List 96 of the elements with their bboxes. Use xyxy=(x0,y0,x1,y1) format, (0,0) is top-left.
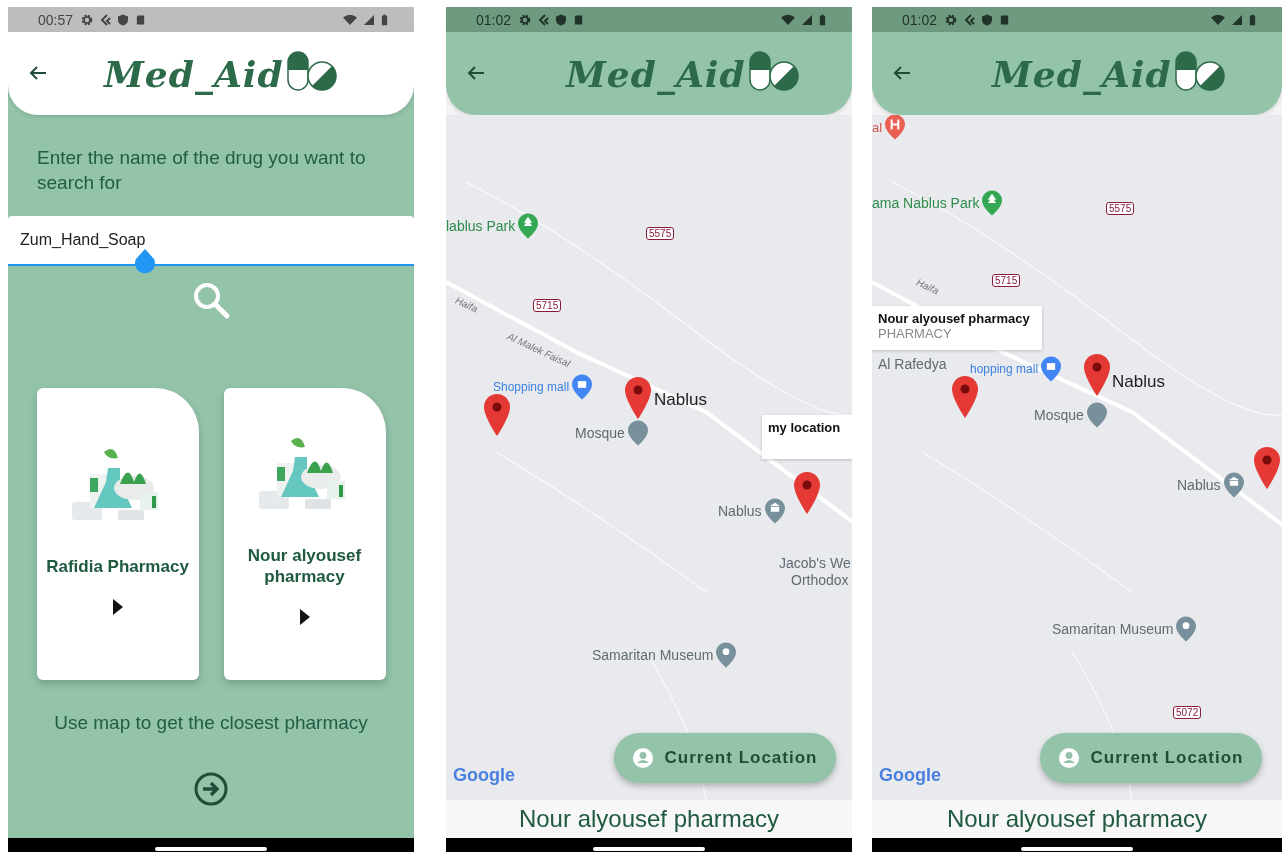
hospital-pin-icon[interactable] xyxy=(885,115,906,140)
tree-pin-icon[interactable] xyxy=(518,213,539,239)
gear-icon xyxy=(519,13,532,26)
museum-pin-icon[interactable] xyxy=(1223,472,1244,498)
pharmacy-name: Rafidia Pharmacy xyxy=(46,555,189,577)
app-logo-text: Med_Aid xyxy=(992,52,1172,95)
shield-icon xyxy=(555,13,568,26)
map-place-label: Al Rafedya xyxy=(878,356,947,372)
sd-card-icon xyxy=(999,13,1011,26)
google-logo-text: Google xyxy=(879,765,941,786)
shopping-bag-pin-icon[interactable] xyxy=(572,374,593,400)
road-number: 5715 xyxy=(992,274,1021,287)
signal-icon xyxy=(1231,13,1243,26)
play-arrow-icon[interactable] xyxy=(299,609,310,625)
road-number: 5575 xyxy=(1106,202,1135,215)
map-place-label: Nablus xyxy=(718,503,762,519)
road-number: 5715 xyxy=(533,299,562,312)
pharmacy-card[interactable]: Rafidia Pharmacy xyxy=(36,388,199,680)
map-marker-icon[interactable] xyxy=(1254,447,1280,489)
map-place-label: Nablus xyxy=(654,390,707,410)
chevron-icon xyxy=(963,13,976,26)
signal-icon xyxy=(363,13,375,26)
road-number: 5072 xyxy=(1173,706,1202,719)
map-place-label: Mosque xyxy=(575,425,625,441)
shopping-bag-pin-icon[interactable] xyxy=(1041,356,1062,382)
info-window-title: my location xyxy=(768,420,842,435)
sd-card-icon xyxy=(135,13,147,26)
shield-icon xyxy=(117,13,130,26)
map-place-label: Samaritan Museum xyxy=(592,647,714,663)
street-name: Haifa xyxy=(914,276,941,297)
map-place-label: al xyxy=(872,119,883,135)
map-place-label: Samaritan Museum xyxy=(1052,621,1174,637)
map-marker-icon[interactable] xyxy=(484,394,510,436)
wifi-icon xyxy=(781,13,795,26)
app-logo-text: Med_Aid xyxy=(104,52,284,95)
museum-pin-icon[interactable] xyxy=(764,498,785,524)
map-place-label: Nablus xyxy=(1112,372,1165,392)
home-indicator[interactable] xyxy=(155,846,267,851)
status-time: 00:57 xyxy=(38,11,74,28)
wifi-icon xyxy=(1211,13,1225,26)
info-window-subtitle: PHARMACY xyxy=(878,326,953,341)
battery-icon xyxy=(819,13,826,26)
map-place-label: Mosque xyxy=(1034,407,1084,423)
map-pin-icon[interactable] xyxy=(1176,616,1197,642)
gear-icon xyxy=(945,13,958,26)
google-logo-text: Google xyxy=(453,765,515,786)
map-place-label: Shopping mall xyxy=(493,380,570,394)
search-prompt: Enter the name of the drug you want to search for xyxy=(36,146,367,195)
map-marker-icon[interactable] xyxy=(794,472,820,514)
capsule-pill-icon xyxy=(285,49,338,92)
battery-icon xyxy=(381,13,388,26)
chevron-icon xyxy=(99,13,112,26)
app-logo-text: Med_Aid xyxy=(566,52,746,95)
drug-search-field[interactable]: Zum_Hand_Soap xyxy=(8,216,414,266)
selected-pharmacy-name: Nour alyousef pharmacy xyxy=(946,805,1208,833)
map-place-label: Orthodox xyxy=(791,572,849,588)
pharmacy-card[interactable]: Nour alyousef pharmacy xyxy=(223,388,386,680)
map-pin-icon[interactable] xyxy=(716,642,737,668)
arrow-circle-icon[interactable] xyxy=(194,772,228,806)
text-cursor-handle[interactable] xyxy=(133,249,157,275)
current-location-button[interactable]: Current Location xyxy=(1040,733,1262,783)
wifi-icon xyxy=(343,13,357,26)
pharmacy-name: Nour alyousef pharmacy xyxy=(246,545,363,587)
map-marker-icon[interactable] xyxy=(625,377,651,419)
home-indicator[interactable] xyxy=(1021,846,1133,851)
shield-icon xyxy=(981,13,994,26)
info-window-title: Nour alyousef pharmacy xyxy=(878,311,1031,326)
status-time: 01:02 xyxy=(902,11,938,28)
signal-icon xyxy=(801,13,813,26)
tree-pin-icon[interactable] xyxy=(982,190,1003,216)
street-name: Al Malek Faisal xyxy=(505,330,572,370)
selected-pharmacy-name: Nour alyousef pharmacy xyxy=(518,805,780,833)
capsule-pill-icon xyxy=(747,49,800,92)
map-place-label: hopping mall xyxy=(970,362,1039,376)
map-place-label: Nablus xyxy=(1177,477,1221,493)
map-place-label: ama Nablus Park xyxy=(872,195,980,211)
street-name: Haifa xyxy=(453,294,480,315)
map-marker-icon[interactable] xyxy=(1084,354,1110,396)
play-arrow-icon[interactable] xyxy=(112,598,123,615)
map-view[interactable]: lablus Park 5575 Haifa 5715 Al Malek Faisal Shopping mall Nablus Mosque my location Nablus Jacob's We Orthodox Samaritan Museum Google Current Location xyxy=(446,115,852,800)
battery-icon xyxy=(1249,13,1256,26)
capsule-pill-icon xyxy=(1173,49,1226,92)
home-indicator[interactable] xyxy=(593,846,705,851)
chevron-icon xyxy=(537,13,550,26)
status-time: 01:02 xyxy=(476,11,512,28)
current-location-button[interactable]: Current Location xyxy=(614,733,836,783)
map-hint-text: Use map to get the closest pharmacy xyxy=(54,712,368,734)
map-place-label: lablus Park xyxy=(446,218,516,234)
person-circle-icon xyxy=(632,748,653,768)
sd-card-icon xyxy=(573,13,585,26)
road-number: 5575 xyxy=(646,227,675,240)
gear-icon xyxy=(81,13,94,26)
map-view[interactable]: al ama Nablus Park 5575 Haifa 5715 Nour alyousef pharmacy PHARMACY Al Rafedya hopping mall Nablus Mosque Nablus Samaritan Museum 5072 Google Current Location xyxy=(872,115,1282,800)
map-place-label: Jacob's We xyxy=(779,555,851,571)
person-circle-icon xyxy=(1058,748,1079,768)
map-marker-icon[interactable] xyxy=(952,376,978,418)
